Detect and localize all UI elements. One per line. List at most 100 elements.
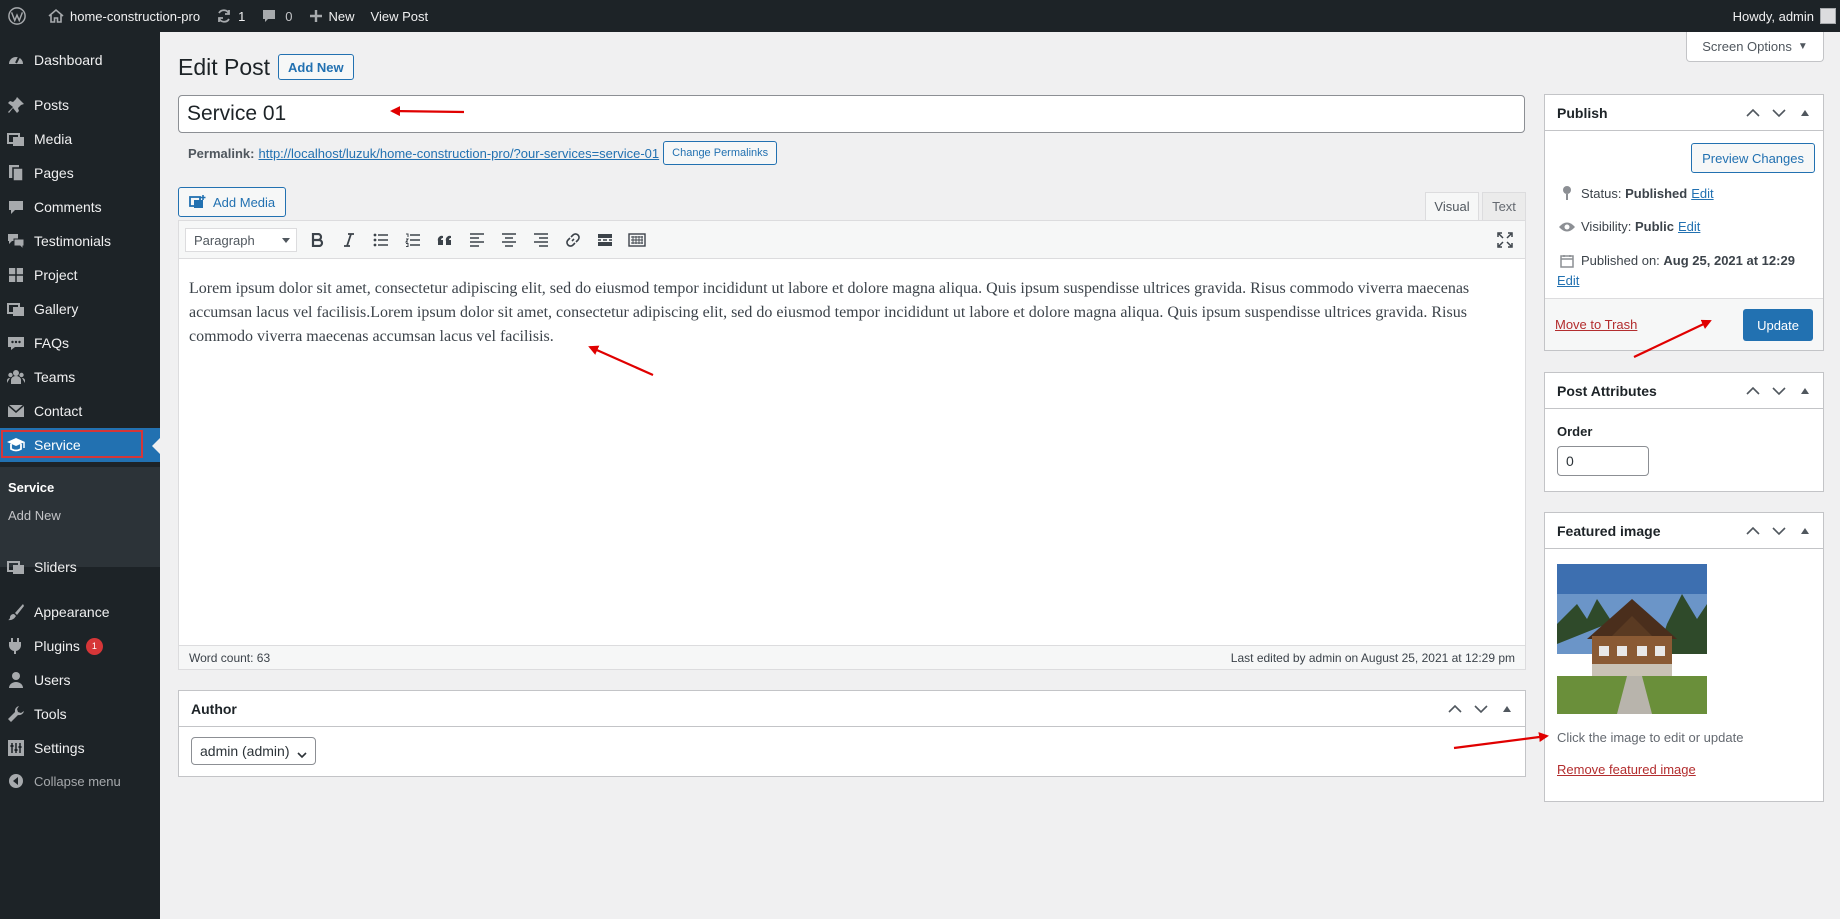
update-button[interactable]: Update (1743, 309, 1813, 341)
submenu-item-service[interactable]: Service (8, 480, 54, 495)
sidebar-item-tools[interactable]: Tools (0, 697, 160, 731)
settings-icon (6, 738, 26, 758)
sidebar-item-label: Contact (34, 403, 83, 419)
wrench-icon (6, 704, 26, 724)
paintbrush-icon (6, 602, 26, 622)
preview-changes-button[interactable]: Preview Changes (1691, 143, 1815, 173)
editor-content-area[interactable]: Lorem ipsum dolor sit amet, consectetur … (189, 277, 1514, 349)
link-icon[interactable] (561, 228, 585, 252)
collapse-triangle-icon[interactable] (1795, 521, 1815, 541)
sidebar-item-contact[interactable]: Contact (0, 394, 160, 428)
last-edited: Last edited by admin on August 25, 2021 … (1230, 650, 1515, 665)
sidebar-item-settings[interactable]: Settings (0, 731, 160, 765)
visibility-value: Public (1634, 219, 1674, 234)
sidebar-item-label: Sliders (34, 559, 77, 575)
featured-image-thumbnail[interactable] (1557, 564, 1707, 714)
remove-featured-image-link[interactable]: Remove featured image (1557, 762, 1696, 777)
tab-text[interactable]: Text (1482, 192, 1526, 220)
account-menu[interactable]: Howdy, admin (1733, 0, 1840, 32)
published-label: Published on: (1581, 253, 1660, 268)
post-attributes-title: Post Attributes (1557, 382, 1657, 399)
italic-icon[interactable] (337, 228, 361, 252)
users-icon (6, 670, 26, 690)
edit-date-link[interactable]: Edit (1557, 273, 1579, 288)
post-title-input[interactable]: Service 01 (178, 95, 1525, 133)
comments-link[interactable]: 0 (253, 0, 300, 32)
sidebar-item-users[interactable]: Users (0, 663, 160, 697)
collapse-triangle-icon[interactable] (1795, 381, 1815, 401)
status-row: Status: Published Edit (1557, 185, 1714, 201)
permalink-row: Permalink: http://localhost/luzuk/home-c… (188, 141, 778, 165)
blockquote-icon[interactable] (433, 228, 457, 252)
caret-down-icon (282, 238, 290, 243)
sidebar-item-faqs[interactable]: FAQs (0, 326, 160, 360)
numbered-list-icon[interactable] (401, 228, 425, 252)
chevron-up-icon[interactable] (1445, 699, 1465, 719)
toolbar-toggle-icon[interactable] (625, 228, 649, 252)
caret-down-icon: ▼ (1797, 41, 1808, 52)
sidebar-item-comments[interactable]: Comments (0, 190, 160, 224)
change-permalinks-button[interactable]: Change Permalinks (663, 141, 778, 165)
main-content: Screen Options ▼ Edit Post Add New Servi… (160, 32, 1840, 919)
site-name-label: home-construction-pro (70, 8, 201, 24)
sidebar-item-appearance[interactable]: Appearance (0, 595, 160, 629)
chevron-up-icon[interactable] (1743, 521, 1763, 541)
home-icon (48, 8, 64, 24)
collapse-triangle-icon[interactable] (1497, 699, 1517, 719)
sidebar-item-sliders[interactable]: Sliders (0, 550, 160, 584)
admin-bar: home-construction-pro 1 0 New View Post … (0, 0, 1840, 32)
sidebar-item-project[interactable]: Project (0, 258, 160, 292)
wordpress-logo-button[interactable] (0, 0, 40, 32)
chevron-down-icon[interactable] (1769, 521, 1789, 541)
updates-link[interactable]: 1 (208, 0, 253, 32)
sidebar-item-posts[interactable]: Posts (0, 88, 160, 122)
sidebar-item-media[interactable]: Media (0, 122, 160, 156)
page-title: Edit Post (178, 54, 271, 80)
sidebar-item-gallery[interactable]: Gallery (0, 292, 160, 326)
author-select[interactable]: admin (admin) (191, 737, 317, 765)
site-name-link[interactable]: home-construction-pro (40, 0, 208, 32)
chevron-up-icon[interactable] (1743, 381, 1763, 401)
align-center-icon[interactable] (497, 228, 521, 252)
chevron-down-icon[interactable] (1769, 381, 1789, 401)
chevron-up-icon[interactable] (1743, 103, 1763, 123)
sidebar-item-teams[interactable]: Teams (0, 360, 160, 394)
graduation-cap-icon (6, 435, 26, 455)
tab-visual[interactable]: Visual (1425, 192, 1479, 220)
edit-status-link[interactable]: Edit (1691, 186, 1713, 201)
new-label: New (328, 8, 355, 24)
sidebar-item-label: Service (34, 437, 81, 453)
format-select[interactable]: Paragraph (185, 228, 297, 252)
status-value: Published (1625, 185, 1688, 201)
sidebar-item-plugins[interactable]: Plugins 1 (0, 629, 160, 663)
move-to-trash-link[interactable]: Move to Trash (1555, 317, 1637, 332)
add-new-post-button[interactable]: Add New (278, 54, 354, 80)
testimonials-icon (6, 231, 26, 251)
permalink-url-link[interactable]: http://localhost/luzuk/home-construction… (258, 146, 659, 161)
edit-visibility-link[interactable]: Edit (1678, 219, 1700, 234)
order-input[interactable]: 0 (1557, 446, 1649, 476)
chevron-down-icon[interactable] (1471, 699, 1491, 719)
submenu-item-add-new[interactable]: Add New (8, 508, 61, 523)
collapse-menu-button[interactable]: Collapse menu (0, 764, 160, 798)
sidebar-item-dashboard[interactable]: Dashboard (0, 43, 160, 77)
pin-icon (6, 95, 26, 115)
screen-options-button[interactable]: Screen Options ▼ (1686, 32, 1824, 62)
add-media-button[interactable]: Add Media (178, 187, 287, 217)
sidebar-item-service[interactable]: Service (0, 428, 160, 462)
read-more-icon[interactable] (593, 228, 617, 252)
chevron-down-icon[interactable] (1769, 103, 1789, 123)
new-content-link[interactable]: New (301, 0, 363, 32)
align-right-icon[interactable] (529, 228, 553, 252)
bullet-list-icon[interactable] (369, 228, 393, 252)
sidebar-item-label: Appearance (34, 604, 110, 620)
bold-icon[interactable] (305, 228, 329, 252)
view-post-link[interactable]: View Post (363, 0, 437, 32)
sidebar-item-testimonials[interactable]: Testimonials (0, 224, 160, 258)
collapse-triangle-icon[interactable] (1795, 103, 1815, 123)
fullscreen-icon[interactable] (1493, 228, 1517, 252)
align-left-icon[interactable] (465, 228, 489, 252)
chevron-down-icon (297, 746, 308, 762)
updates-count: 1 (238, 8, 246, 24)
sidebar-item-pages[interactable]: Pages (0, 156, 160, 190)
